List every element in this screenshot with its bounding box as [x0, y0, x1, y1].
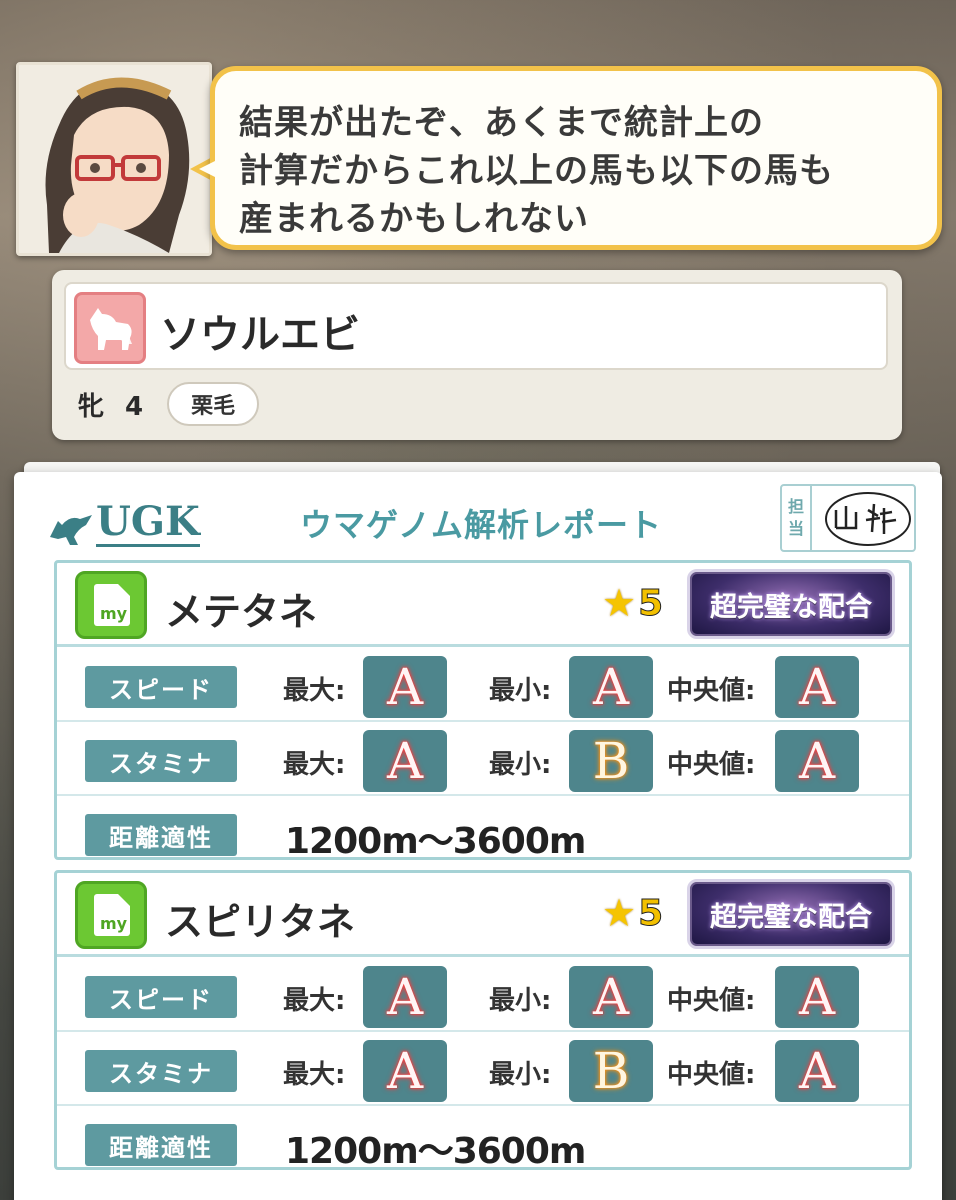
stamina-median-grade: A: [775, 1040, 859, 1102]
seed-header: my スピリタネ ★ 5 超完璧な配合: [57, 873, 909, 957]
max-label: 最大:: [283, 986, 346, 1016]
min-label: 最小:: [489, 1060, 552, 1090]
speed-row: スピード 最大: A 最小: A 中央値: A: [57, 650, 909, 722]
stamp-box: 担 当: [780, 484, 916, 552]
speed-max-grade: A: [363, 656, 447, 718]
speed-label: スピード: [85, 976, 237, 1018]
my-icon: my: [75, 571, 147, 639]
distance-label: 距離適性: [85, 1124, 237, 1166]
distance-value: 1200m〜3600m: [285, 821, 586, 862]
speed-median-grade: A: [775, 656, 859, 718]
horse-attributes: 牝 4 栗毛: [64, 382, 260, 426]
seed-name: スピリタネ: [165, 900, 356, 944]
speech-bubble[interactable]: 結果が出たぞ、あくまで統計上の 計算だからこれ以上の馬も以下の馬も 産まれるかも…: [210, 66, 942, 250]
compatibility-badge: 超完璧な配合: [687, 879, 895, 949]
distance-row: 距離適性 1200m〜3600m: [57, 798, 909, 870]
stamp-label: 担 当: [782, 486, 812, 550]
max-label: 最大:: [283, 676, 346, 706]
min-label: 最小:: [489, 750, 552, 780]
median-label: 中央値:: [667, 986, 756, 1016]
stamina-row: スタミナ 最大: A 最小: B 中央値: A: [57, 724, 909, 796]
max-label: 最大:: [283, 750, 346, 780]
signature-stamp: [825, 492, 911, 546]
horse-name-box: ソウルエビ: [64, 282, 888, 370]
seed-rating: ★ 5: [602, 891, 664, 935]
stamina-max-grade: A: [363, 1040, 447, 1102]
horse-sex-age: 牝 4: [78, 391, 150, 422]
seed-panel: my メテタネ ★ 5 超完璧な配合 スピード 最大: A 最小: A 中央値:…: [54, 560, 912, 862]
stamina-median-grade: A: [775, 730, 859, 792]
speech-bubble-tail-inner: [199, 160, 217, 178]
stamina-label: スタミナ: [85, 740, 237, 782]
character-portrait-image: [19, 65, 209, 253]
compatibility-badge: 超完璧な配合: [687, 569, 895, 639]
min-label: 最小:: [489, 676, 552, 706]
min-label: 最小:: [489, 986, 552, 1016]
horse-info-card: ソウルエビ 牝 4 栗毛: [52, 270, 902, 440]
dialogue-line: 産まれるかもしれない: [239, 199, 589, 239]
seed-rating: ★ 5: [602, 581, 664, 625]
horse-icon: [74, 292, 146, 364]
seed-name: メテタネ: [165, 590, 318, 634]
my-icon: my: [75, 881, 147, 949]
horse-logo-icon: [50, 515, 92, 545]
stamina-label: スタミナ: [85, 1050, 237, 1092]
star-icon: ★: [602, 581, 637, 625]
speed-max-grade: A: [363, 966, 447, 1028]
stamina-max-grade: A: [363, 730, 447, 792]
median-label: 中央値:: [667, 1060, 756, 1090]
dialogue-line: 計算だからこれ以上の馬も以下の馬も: [239, 151, 834, 191]
speed-min-grade: A: [569, 966, 653, 1028]
horse-name: ソウルエビ: [160, 312, 360, 358]
speed-min-grade: A: [569, 656, 653, 718]
median-label: 中央値:: [667, 676, 756, 706]
ugk-logo-text: UGK: [96, 498, 200, 547]
speed-label: スピード: [85, 666, 237, 708]
star-icon: ★: [602, 891, 637, 935]
seed-panel: my スピリタネ ★ 5 超完璧な配合 スピード 最大: A 最小: A 中央値…: [54, 870, 912, 1172]
ugk-logo: UGK: [48, 500, 200, 547]
seed-header: my メテタネ ★ 5 超完璧な配合: [57, 563, 909, 647]
dialogue-line: 結果が出たぞ、あくまで統計上の: [239, 103, 764, 143]
report-title: ウマゲノム解析レポート: [300, 506, 663, 544]
stamina-min-grade: B: [569, 730, 653, 792]
median-label: 中央値:: [667, 750, 756, 780]
speed-median-grade: A: [775, 966, 859, 1028]
horse-coat-badge: 栗毛: [167, 382, 260, 426]
distance-row: 距離適性 1200m〜3600m: [57, 1108, 909, 1180]
speed-row: スピード 最大: A 最小: A 中央値: A: [57, 960, 909, 1032]
distance-value: 1200m〜3600m: [285, 1131, 586, 1172]
character-portrait: [16, 62, 212, 256]
distance-label: 距離適性: [85, 814, 237, 856]
stamina-min-grade: B: [569, 1040, 653, 1102]
stamina-row: スタミナ 最大: A 最小: B 中央値: A: [57, 1034, 909, 1106]
max-label: 最大:: [283, 1060, 346, 1090]
